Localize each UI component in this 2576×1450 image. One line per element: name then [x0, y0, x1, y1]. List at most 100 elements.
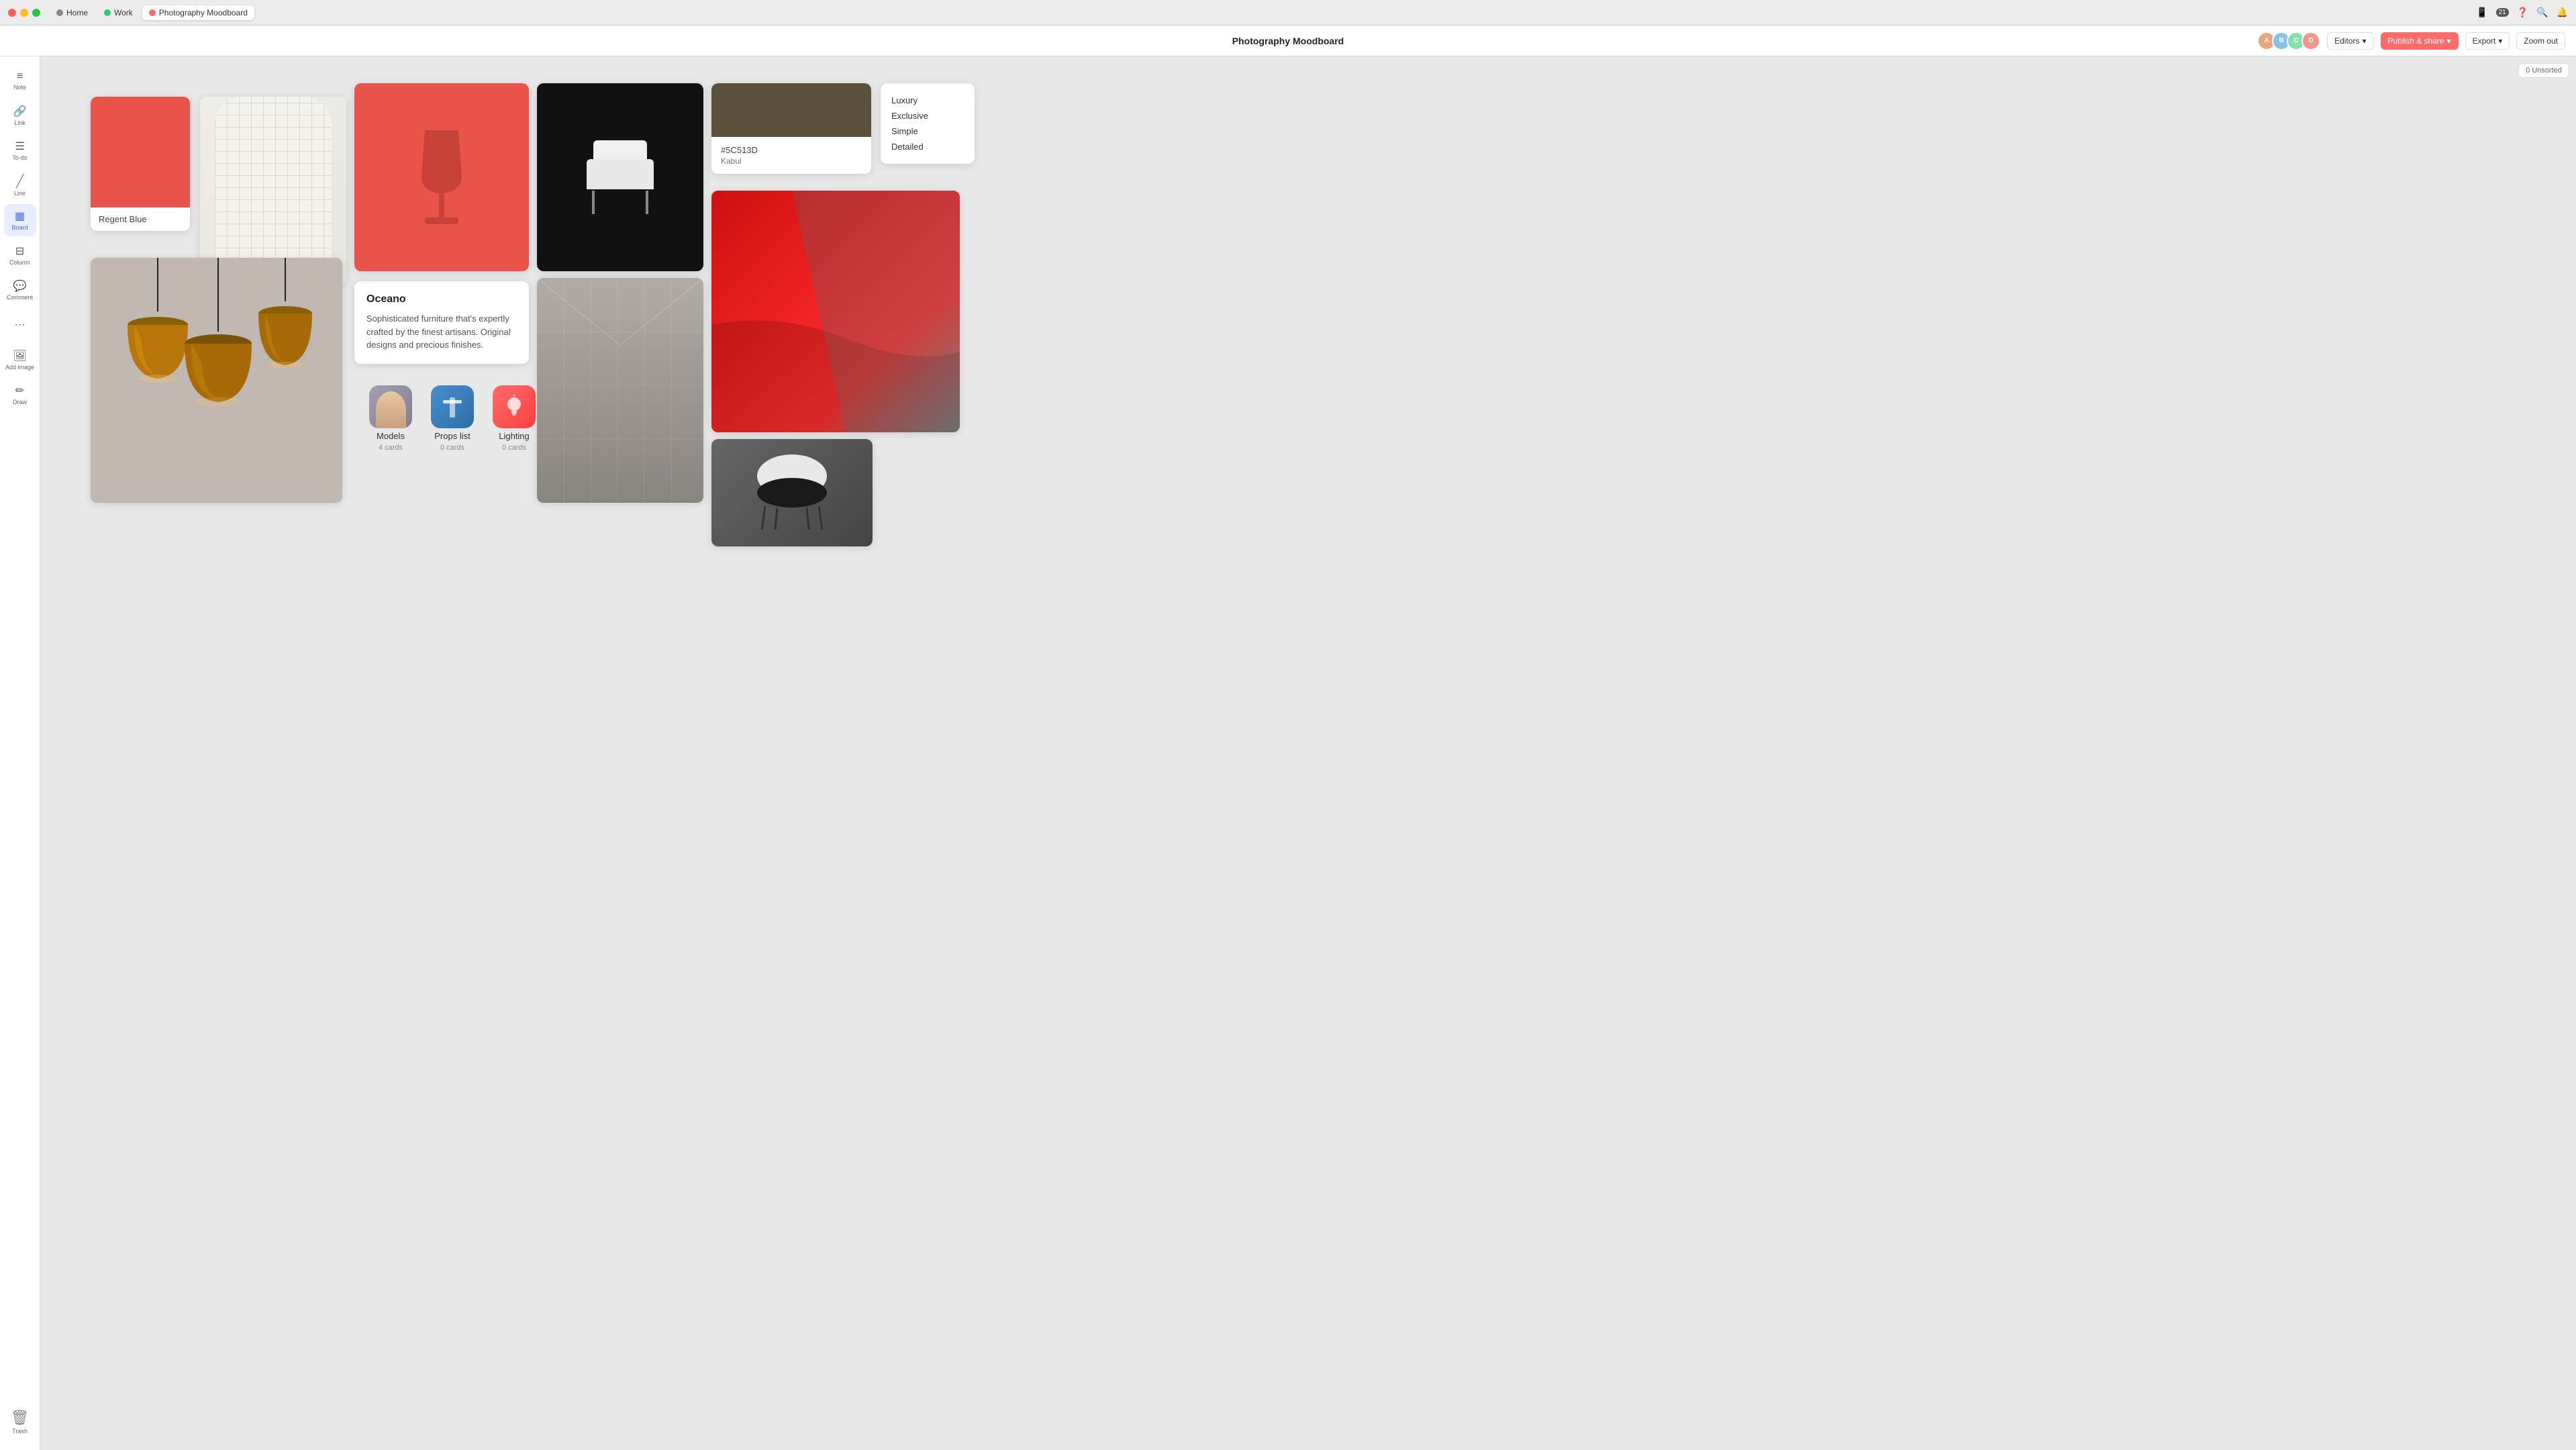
copper-lamps-image — [91, 258, 342, 503]
minimize-button[interactable] — [20, 9, 28, 17]
tag-detailed[interactable]: Detailed — [891, 139, 964, 154]
goblet-image — [415, 130, 468, 224]
sidebar-add-image-label: Add image — [5, 364, 34, 371]
sidebar-comment-label: Comment — [7, 294, 33, 301]
tags-card[interactable]: Luxury Exclusive Simple Detailed — [881, 83, 975, 164]
lighting-name: Lighting — [499, 431, 530, 441]
draw-icon: ✏ — [15, 384, 24, 397]
regent-blue-info: Regent Blue — [91, 207, 190, 231]
oceano-title: Oceano — [366, 293, 517, 305]
publish-label: Publish & share — [2388, 36, 2444, 46]
regent-blue-card[interactable]: Regent Blue — [91, 97, 190, 231]
editors-avatars: A B C D — [2257, 32, 2320, 50]
lighting-icon-bg — [493, 385, 536, 428]
subboards-area: Models 4 cards Props list 0 cards — [369, 385, 536, 452]
close-button[interactable] — [8, 9, 16, 17]
link-icon: 🔗 — [13, 105, 27, 118]
todo-icon: ☰ — [15, 140, 24, 153]
lighting-symbol — [502, 395, 526, 419]
title-bar-right: 📱 21 ❓ 🔍 🔔 — [2476, 7, 2568, 18]
sidebar-board-label: Board — [11, 224, 28, 231]
app-title: Photography Moodboard — [1232, 36, 1344, 46]
props-count: 0 cards — [440, 444, 464, 452]
props-name: Props list — [434, 431, 470, 441]
zoom-button[interactable]: Zoom out — [2516, 32, 2565, 50]
props-symbol — [440, 395, 464, 419]
title-bar: Home Work Photography Moodboard 📱 21 ❓ 🔍… — [0, 0, 2576, 26]
lighting-icon — [493, 385, 536, 428]
tab-photography-label: Photography Moodboard — [159, 8, 248, 17]
palette-card[interactable]: #5C513D Kabul — [711, 83, 871, 174]
tab-work-dot — [104, 9, 111, 16]
regent-blue-name: Regent Blue — [99, 214, 182, 224]
avatar-4: D — [2301, 32, 2320, 50]
traffic-lights — [8, 9, 40, 17]
maximize-button[interactable] — [32, 9, 40, 17]
tag-luxury[interactable]: Luxury — [891, 93, 964, 108]
tag-simple[interactable]: Simple — [891, 124, 964, 139]
sidebar-item-column[interactable]: ⊟ Column — [4, 239, 36, 271]
sidebar-item-more[interactable]: ··· — [4, 309, 36, 341]
main-layout: ≡ Note 🔗 Link ☰ To-do ╱ Line ▦ Board ⊟ C… — [0, 56, 2576, 1450]
editors-label: Editors — [2334, 36, 2359, 46]
props-icon-bg — [431, 385, 474, 428]
tab-work[interactable]: Work — [97, 5, 140, 20]
sidebar-item-trash[interactable]: 🗑 Trash — [0, 1402, 40, 1442]
props-icon — [431, 385, 474, 428]
editors-chevron-icon: ▾ — [2362, 36, 2366, 46]
sidebar-item-line[interactable]: ╱ Line — [4, 169, 36, 201]
sidebar-item-board[interactable]: ▦ Board — [4, 204, 36, 236]
corridor-card[interactable] — [537, 278, 703, 503]
trash-icon: 🗑 — [11, 1409, 30, 1427]
comment-icon: 💬 — [13, 279, 27, 293]
regent-blue-swatch — [91, 97, 190, 207]
lighting-count: 0 cards — [502, 444, 526, 452]
sidebar-item-note[interactable]: ≡ Note — [4, 64, 36, 97]
models-icon-bg — [369, 385, 412, 428]
sidebar-draw-label: Draw — [13, 399, 27, 405]
sidebar-item-draw[interactable]: ✏ Draw — [4, 379, 36, 411]
tag-exclusive[interactable]: Exclusive — [891, 108, 964, 124]
sidebar-item-add-image[interactable]: 🖼 Add image — [4, 344, 36, 376]
subboard-props[interactable]: Props list 0 cards — [431, 385, 474, 452]
sidebar-item-todo[interactable]: ☰ To-do — [4, 134, 36, 166]
tabs-row: Home Work Photography Moodboard — [50, 5, 2476, 20]
export-button[interactable]: Export ▾ — [2465, 32, 2510, 50]
palette-hex: #5C513D — [721, 145, 862, 155]
publish-share-button[interactable]: Publish & share ▾ — [2381, 32, 2459, 50]
help-icon[interactable]: ❓ — [2517, 7, 2528, 18]
sidebar-item-comment[interactable]: 💬 Comment — [4, 274, 36, 306]
app-bar: Photography Moodboard A B C D Editors ▾ … — [0, 26, 2576, 56]
architecture-card[interactable] — [200, 97, 346, 285]
chair-dark-card[interactable] — [537, 83, 703, 271]
tab-home-dot — [56, 9, 63, 16]
sort-label: 0 Unsorted — [2526, 66, 2562, 75]
chair-leg2 — [646, 191, 648, 214]
grey-chair-card[interactable] — [711, 439, 873, 546]
copper-lamps-card[interactable] — [91, 258, 342, 503]
subboard-models[interactable]: Models 4 cards — [369, 385, 412, 452]
search-icon[interactable]: 🔍 — [2536, 7, 2548, 18]
chair-leg1 — [592, 191, 595, 214]
sort-button[interactable]: 0 Unsorted — [2518, 63, 2569, 78]
red-corner-card[interactable] — [711, 191, 960, 432]
notification-bell-icon[interactable]: 🔔 — [2557, 7, 2568, 18]
zoom-label: Zoom out — [2524, 36, 2558, 46]
oceano-body: Sophisticated furniture that's expertly … — [366, 312, 517, 352]
tab-home[interactable]: Home — [50, 5, 95, 20]
line-icon: ╱ — [16, 175, 23, 189]
tab-photography[interactable]: Photography Moodboard — [142, 5, 254, 20]
sidebar-note-label: Note — [13, 84, 26, 91]
goblet-card[interactable] — [354, 83, 529, 271]
red-metal-image — [711, 191, 960, 432]
oceano-text-card[interactable]: Oceano Sophisticated furniture that's ex… — [354, 281, 529, 364]
more-icon: ··· — [15, 319, 26, 331]
export-chevron-icon: ▾ — [2498, 36, 2502, 46]
palette-swatch-dark — [711, 83, 871, 137]
sidebar-link-label: Link — [14, 119, 26, 126]
tab-work-label: Work — [114, 8, 133, 17]
sidebar-item-link[interactable]: 🔗 Link — [4, 99, 36, 132]
subboard-lighting[interactable]: Lighting 0 cards — [493, 385, 536, 452]
editors-button[interactable]: Editors ▾ — [2327, 32, 2373, 50]
chair-seat-shape — [587, 159, 654, 189]
